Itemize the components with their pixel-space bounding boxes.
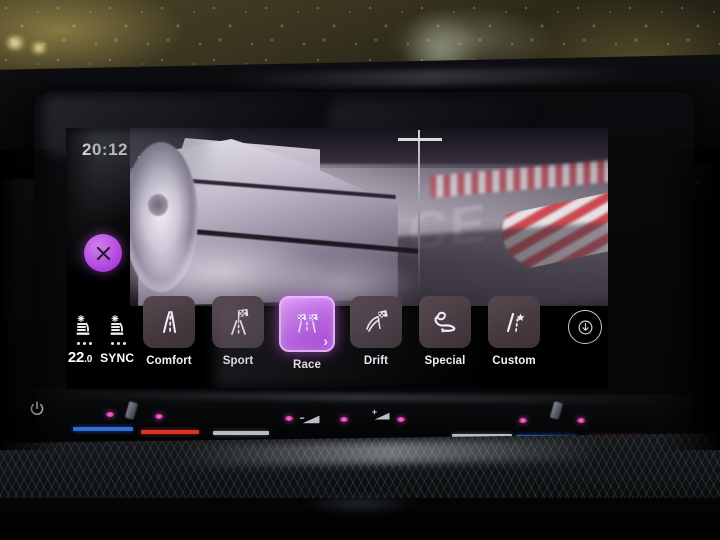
collapse-button[interactable] [568,310,602,344]
drive-mode-sport[interactable]: Sport [209,296,267,367]
cabin-vignette-right [660,150,720,450]
double-checkered-flag-icon [297,313,318,333]
footwell-glow [300,496,420,512]
climate-labels: 22.0 SYNC [68,349,134,366]
driver-seat-control[interactable] [74,314,94,345]
control-led [577,418,585,423]
mode-tile [212,296,264,348]
clock: 20:12 [82,140,128,159]
hero-tire-smoke [130,212,430,306]
drive-mode-special[interactable]: Special [416,296,474,367]
mode-tile [143,296,195,348]
close-button[interactable] [84,234,122,272]
sync-button[interactable]: SYNC [100,351,134,365]
temperature-value[interactable]: 22.0 [68,349,92,366]
ambient-light-glow [28,42,50,54]
control-led [106,412,114,417]
volume-down-button[interactable] [300,412,322,430]
seat-ventilation-icon [76,315,90,335]
volume-down-icon [300,415,320,424]
close-x-icon [96,246,110,260]
climate-cluster: 22.0 SYNC [68,314,134,380]
checkered-flag-road-icon [231,309,249,335]
indicator-bar-blue [73,427,133,431]
drift-flag-icon [366,309,388,332]
mode-label: Special [424,355,466,367]
mode-tile: › [279,296,335,352]
mode-tile [350,296,402,348]
seat-icon-row [72,314,130,345]
drive-mode-custom[interactable]: Custom [485,296,543,367]
control-led [519,418,527,423]
mode-label: Race [293,359,321,371]
road-star-icon [506,312,525,333]
seat-ventilation-icon [110,315,124,335]
mode-tile [419,296,471,348]
indicator-bar-gray [213,431,269,435]
road-straight-icon [163,311,176,333]
mode-label: Comfort [146,355,192,367]
level-dot [76,342,80,345]
volume-up-icon [372,409,390,420]
passenger-seat-control[interactable] [108,314,128,345]
control-led [340,417,348,422]
car-interior-scene: RACE 20:12 [0,0,720,540]
drive-mode-hero-image: RACE [130,128,608,306]
mode-chevron-icon: › [323,333,328,349]
temperature-decimal: .0 [84,354,93,365]
ambient-light-glow [2,36,28,50]
control-led [397,417,405,422]
indicator-bar-red [141,430,199,434]
level-dot [122,342,126,345]
level-dot [88,342,92,345]
drive-mode-comfort[interactable]: Comfort [140,296,198,367]
drive-mode-drift[interactable]: Drift [347,296,405,367]
mode-label: Sport [222,355,254,367]
hero-antenna-top [398,138,442,141]
down-arrow-circle-icon [578,320,592,334]
driver-level-dots [74,342,94,345]
drive-mode-bar: Comfort Sport › Race Drift Special Custo… [140,296,608,384]
drive-mode-race[interactable]: › Race [278,296,336,371]
mode-label: Drift [363,355,389,367]
race-circuit-icon [434,311,456,333]
cabin-vignette-left [0,150,60,450]
control-led [155,414,163,419]
level-dot [110,342,114,345]
infotainment-display[interactable]: RACE 20:12 [66,128,608,388]
mode-tile [488,296,540,348]
mode-label: Custom [492,355,536,367]
temperature-integer: 22 [67,349,85,366]
passenger-level-dots [108,342,128,345]
hero-antenna [418,130,420,306]
level-dot [82,342,86,345]
control-led [285,416,293,421]
level-dot [116,342,120,345]
volume-up-button[interactable] [371,408,393,426]
